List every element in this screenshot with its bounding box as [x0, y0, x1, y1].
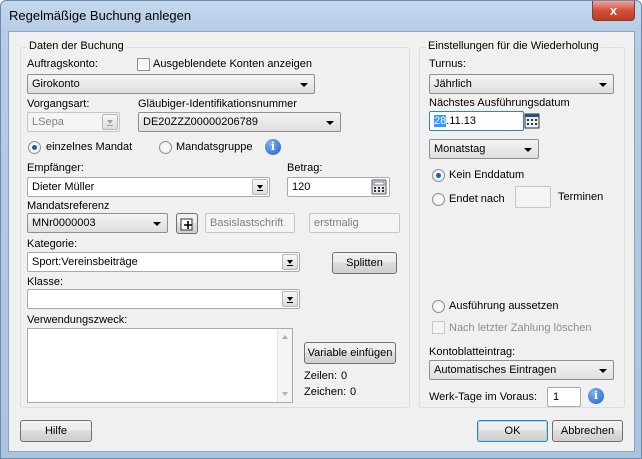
chevron-down-icon	[300, 83, 308, 87]
dialog-window: Regelmäßige Buchung anlegen x Daten der …	[0, 0, 642, 459]
type-dropdown-icon	[102, 114, 118, 130]
recipient-label: Empfänger:	[27, 162, 84, 174]
type-value: LSepa	[32, 116, 64, 128]
single-mandate-label: einzelnes Mandat	[46, 141, 133, 153]
purpose-label: Verwendungszweck:	[27, 314, 128, 326]
terms-label: Terminen	[558, 191, 604, 203]
next-date-label: Nächstes Ausführungsdatum	[429, 97, 570, 109]
show-hidden-accounts-checkbox[interactable]	[137, 58, 150, 71]
statement-entry-label: Kontoblatteintrag:	[429, 346, 516, 358]
ends-after-radio[interactable]	[432, 193, 445, 206]
scroll-down-icon[interactable]	[282, 392, 288, 396]
purpose-textarea[interactable]	[27, 328, 293, 403]
calculator-icon[interactable]	[371, 179, 387, 195]
next-date-rest: .11.13	[446, 115, 477, 127]
workdays-ahead-field[interactable]: 1	[547, 387, 581, 407]
creditor-id-value: DE20ZZZ00000206789	[143, 116, 258, 128]
sequence-type-field: erstmalig	[309, 213, 400, 233]
type-field: LSepa	[27, 112, 120, 132]
purpose-scrollbar[interactable]	[277, 329, 292, 402]
add-mandate-button[interactable]	[176, 213, 198, 234]
day-mode-select[interactable]: Monatstag	[429, 139, 539, 159]
creditor-id-label: Gläubiger-Identifikationsnummer	[138, 98, 297, 110]
category-dropdown-icon[interactable]	[282, 254, 298, 270]
workdays-ahead-value: 1	[553, 391, 560, 403]
interval-label: Turnus:	[429, 58, 466, 70]
sequence-type-placeholder: erstmalig	[314, 217, 359, 229]
close-button[interactable]: x	[592, 1, 635, 21]
recipient-value: Dieter Müller	[32, 181, 95, 193]
next-date-day: 28	[434, 115, 447, 127]
chars-count: 0	[350, 386, 357, 398]
single-mandate-radio[interactable]	[28, 141, 41, 154]
dialog-client-area: Daten der Buchung Auftragskonto: Ausgebl…	[8, 31, 635, 452]
chevron-down-icon	[599, 83, 607, 87]
help-button[interactable]: Hilfe	[20, 420, 92, 442]
statement-entry-select[interactable]: Automatisches Eintragen	[429, 360, 614, 380]
category-field[interactable]: Sport:Vereinsbeiträge	[27, 252, 300, 272]
chevron-down-icon	[524, 148, 532, 152]
lines-label: Zeilen:	[304, 370, 338, 382]
amount-value: 120	[292, 181, 311, 193]
mandate-group-radio[interactable]	[159, 141, 172, 154]
info-icon[interactable]: i	[265, 139, 281, 155]
ok-button[interactable]: OK	[477, 420, 548, 442]
no-end-date-radio[interactable]	[432, 169, 445, 182]
chevron-down-icon	[153, 222, 161, 226]
day-mode-value: Monatstag	[434, 143, 486, 155]
category-value: Sport:Vereinsbeiträge	[32, 256, 138, 268]
add-mandate-icon	[180, 218, 193, 231]
mandate-reference-value: MNr0000003	[32, 217, 96, 229]
recipient-dropdown-icon[interactable]	[252, 179, 268, 195]
amount-label: Betrag:	[287, 162, 323, 174]
direct-debit-type-field: Basislastschrift	[205, 213, 295, 233]
statement-entry-value: Automatisches Eintragen	[434, 364, 557, 376]
workdays-ahead-label: Werk-Tage im Voraus:	[429, 391, 538, 403]
category-label: Kategorie:	[27, 238, 78, 250]
mandate-reference-select[interactable]: MNr0000003	[27, 213, 168, 233]
next-date-value: 28.11.13	[434, 115, 476, 127]
amount-field[interactable]: 120	[287, 177, 390, 197]
account-label: Auftragskonto:	[27, 58, 98, 70]
suspend-execution-radio[interactable]	[432, 300, 445, 313]
cancel-button[interactable]: Abbrechen	[552, 420, 623, 442]
account-value: Girokonto	[32, 78, 80, 90]
type-label: Vorgangsart:	[27, 98, 90, 110]
ends-after-count-field	[515, 186, 551, 208]
title-bar[interactable]: Regelmäßige Buchung anlegen x	[1, 1, 641, 31]
creditor-id-select[interactable]: DE20ZZZ00000206789	[138, 112, 341, 132]
direct-debit-type-placeholder: Basislastschrift	[210, 217, 284, 229]
insert-variable-button[interactable]: Variable einfügen	[304, 342, 396, 364]
scroll-up-icon[interactable]	[282, 335, 288, 339]
recipient-field[interactable]: Dieter Müller	[27, 177, 270, 197]
split-button[interactable]: Splitten	[332, 252, 397, 274]
interval-value: Jährlich	[434, 78, 472, 90]
class-label: Klasse:	[27, 276, 64, 288]
delete-after-last-checkbox	[432, 321, 445, 334]
no-end-date-label: Kein Enddatum	[449, 169, 525, 181]
suspend-execution-label: Ausführung aussetzen	[449, 300, 559, 312]
mandate-reference-label: Mandatsreferenz	[27, 200, 110, 212]
account-select[interactable]: Girokonto	[27, 74, 315, 94]
show-hidden-accounts-label: Ausgeblendete Konten anzeigen	[153, 58, 313, 70]
chevron-down-icon	[599, 369, 607, 373]
class-field[interactable]	[27, 289, 300, 309]
delete-after-last-label: Nach letzter Zahlung löschen	[449, 322, 592, 334]
interval-select[interactable]: Jährlich	[429, 74, 614, 94]
chars-label: Zeichen:	[304, 386, 347, 398]
lines-count: 0	[341, 370, 348, 382]
class-dropdown-icon[interactable]	[282, 291, 298, 307]
next-date-field[interactable]: 28.11.13	[429, 111, 524, 131]
ends-after-label: Endet nach	[449, 193, 505, 205]
booking-group-title: Daten der Buchung	[27, 40, 126, 52]
recurrence-group-title: Einstellungen für die Wiederholung	[426, 40, 601, 52]
mandate-group-label: Mandatsgruppe	[176, 141, 253, 153]
info-icon[interactable]: i	[588, 388, 604, 404]
calendar-icon[interactable]	[524, 113, 540, 129]
window-title: Regelmäßige Buchung anlegen	[9, 8, 192, 23]
chevron-down-icon	[326, 121, 334, 125]
